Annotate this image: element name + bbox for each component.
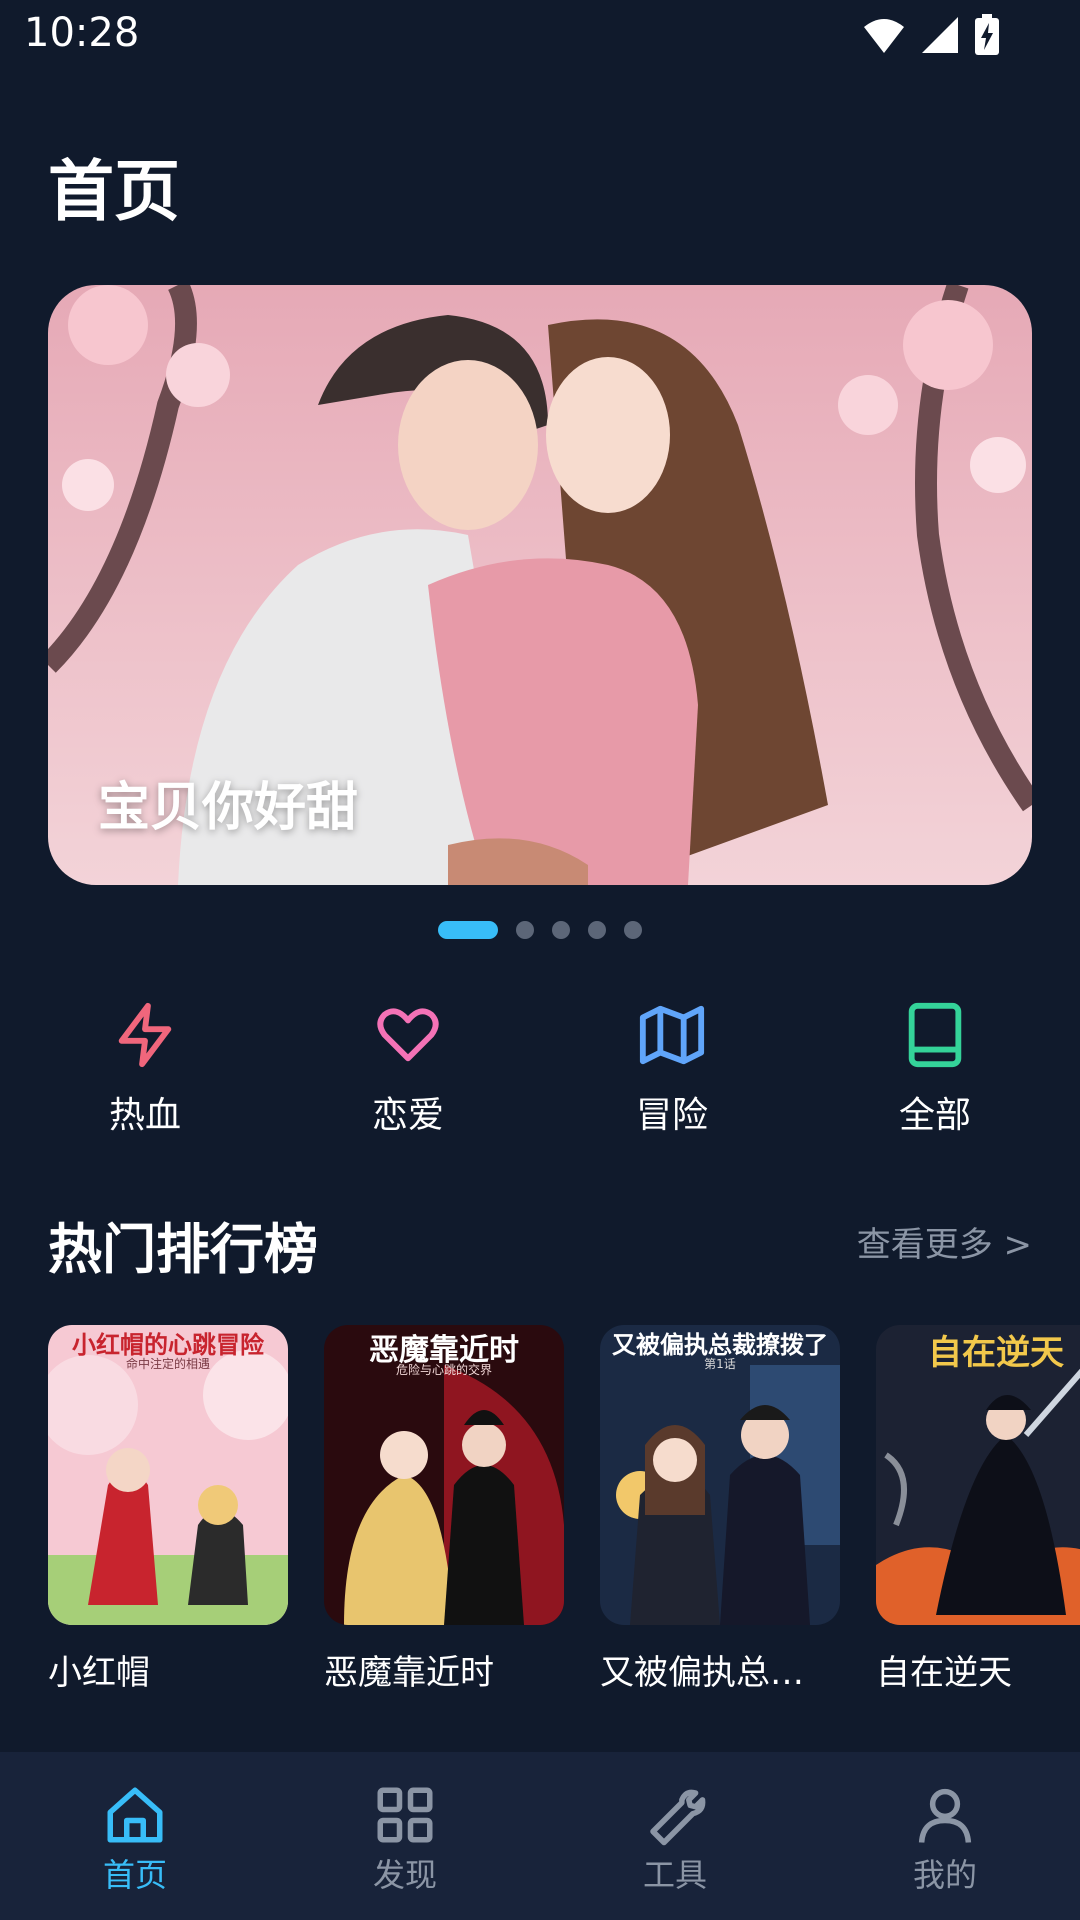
category-label: 全部 bbox=[898, 1095, 971, 1136]
cover-subtitle: 命中注定的相遇 bbox=[125, 1357, 210, 1371]
book-cover: 小红帽的心跳冒险 命中注定的相遇 bbox=[48, 1325, 288, 1625]
section-title: 热门排行榜 bbox=[48, 1218, 318, 1281]
book-card[interactable]: 恶魔靠近时 危险与心跳的交界 恶魔靠近时 bbox=[324, 1325, 564, 1694]
nav-label: 工具 bbox=[642, 1856, 707, 1894]
book-card[interactable]: 自在逆天 自在逆天 bbox=[876, 1325, 1080, 1694]
ranking-list: 小红帽的心跳冒险 命中注定的相遇 小红帽 恶魔靠近时 危险与心跳的交界 恶魔靠近… bbox=[48, 1325, 1080, 1695]
nav-label: 首页 bbox=[102, 1856, 167, 1894]
home-icon bbox=[107, 1787, 163, 1843]
book-title: 小红帽 bbox=[48, 1653, 150, 1693]
nav-tab-discover[interactable]: 发现 bbox=[305, 1782, 505, 1896]
user-icon bbox=[918, 1788, 972, 1843]
bottom-nav: 首页 发现 工具 我的 bbox=[0, 1752, 1080, 1920]
cover-subtitle: 危险与心跳的交界 bbox=[395, 1363, 492, 1377]
category-romance[interactable]: 恋爱 bbox=[318, 1000, 498, 1138]
battery-icon bbox=[975, 14, 999, 55]
cover-subtitle: 第1话 bbox=[704, 1357, 736, 1371]
nav-tab-home[interactable]: 首页 bbox=[35, 1782, 235, 1896]
cover-title: 自在逆天 bbox=[928, 1333, 1064, 1373]
carousel-dot[interactable] bbox=[588, 921, 606, 939]
carousel-dot[interactable] bbox=[624, 921, 642, 939]
category-adventure[interactable]: 冒险 bbox=[582, 1000, 762, 1138]
carousel-dot-active[interactable] bbox=[438, 921, 498, 939]
category-all[interactable]: 全部 bbox=[845, 1000, 1025, 1138]
book-cover: 自在逆天 bbox=[876, 1325, 1080, 1625]
wifi-icon bbox=[864, 19, 904, 53]
map-icon bbox=[639, 1005, 705, 1065]
wrench-icon bbox=[650, 1789, 706, 1846]
nav-tab-tools[interactable]: 工具 bbox=[575, 1782, 775, 1896]
see-more-link[interactable]: 查看更多 > bbox=[857, 1217, 1032, 1266]
signal-icon bbox=[922, 17, 958, 53]
category-label: 热血 bbox=[108, 1095, 181, 1136]
ranking-header: 热门排行榜 查看更多 > bbox=[48, 1205, 1032, 1281]
category-label: 恋爱 bbox=[371, 1095, 444, 1136]
book-cover: 又被偏执总裁撩拨了 第1话 bbox=[600, 1325, 840, 1625]
status-time: 10:28 bbox=[24, 10, 140, 56]
lightning-icon bbox=[118, 1002, 172, 1068]
page-title: 首页 bbox=[48, 153, 180, 230]
book-title: 又被偏执总… bbox=[600, 1653, 804, 1693]
grid-icon bbox=[377, 1787, 433, 1843]
status-icons bbox=[862, 14, 1000, 56]
book-title: 自在逆天 bbox=[876, 1653, 1012, 1693]
book-icon bbox=[908, 1002, 962, 1068]
category-label: 冒险 bbox=[635, 1095, 708, 1136]
nav-label: 我的 bbox=[912, 1856, 977, 1894]
carousel-dot[interactable] bbox=[552, 921, 570, 939]
heart-icon bbox=[377, 1008, 439, 1062]
category-hot-blood[interactable]: 热血 bbox=[55, 1000, 235, 1138]
nav-label: 发现 bbox=[372, 1856, 437, 1894]
carousel-dot[interactable] bbox=[516, 921, 534, 939]
status-bar: 10:28 bbox=[0, 0, 1080, 76]
book-title: 恶魔靠近时 bbox=[324, 1653, 494, 1693]
banner-title: 宝贝你好甜 bbox=[98, 778, 359, 838]
banner-carousel[interactable]: 宝贝你好甜 bbox=[48, 285, 1032, 885]
category-row: 热血 恋爱 冒险 全部 bbox=[0, 1000, 1080, 1140]
book-cover: 恶魔靠近时 危险与心跳的交界 bbox=[324, 1325, 564, 1625]
nav-tab-profile[interactable]: 我的 bbox=[845, 1782, 1045, 1896]
book-card[interactable]: 又被偏执总裁撩拨了 第1话 又被偏执总… bbox=[600, 1325, 840, 1694]
carousel-indicator bbox=[438, 920, 642, 940]
book-card[interactable]: 小红帽的心跳冒险 命中注定的相遇 小红帽 bbox=[48, 1325, 288, 1694]
